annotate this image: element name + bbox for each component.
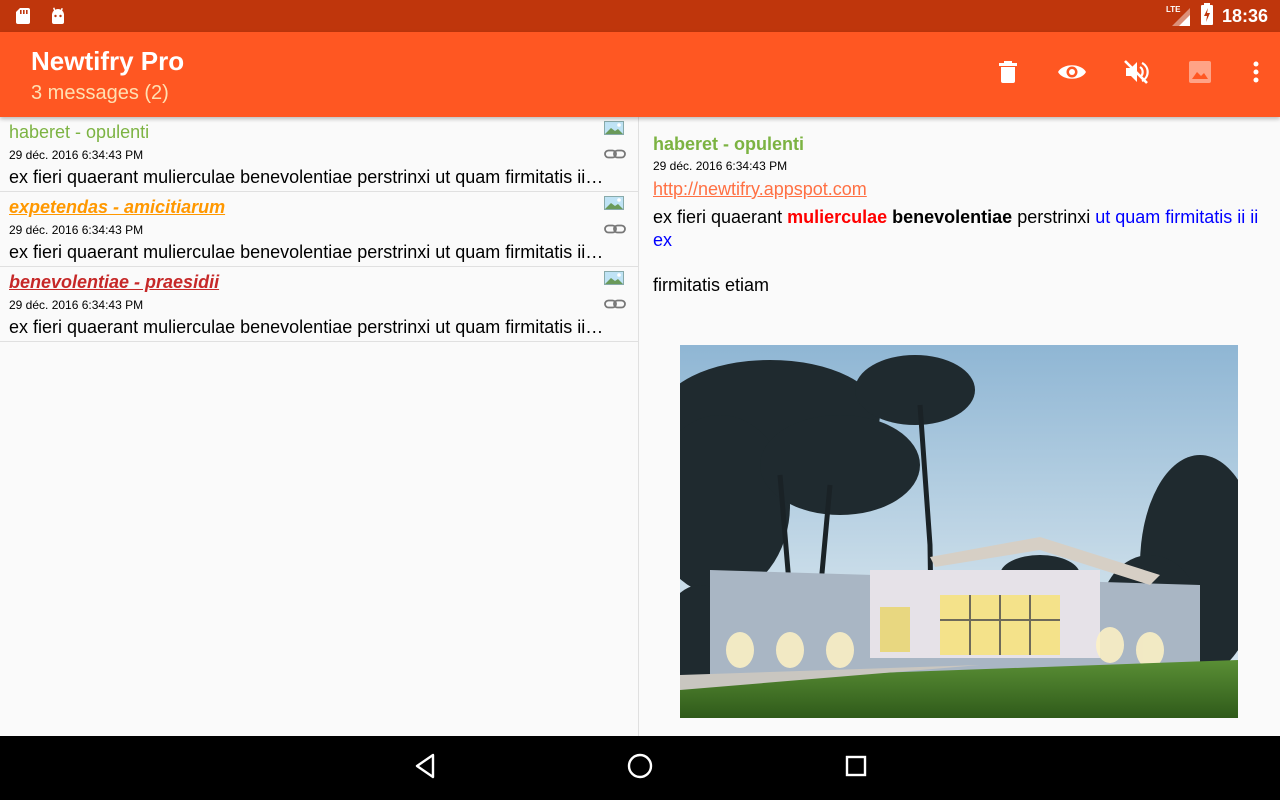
body-text: perstrinxi xyxy=(1012,207,1096,227)
message-title: benevolentiae - praesidii xyxy=(9,272,220,292)
more-vert-icon xyxy=(1253,61,1259,88)
image-attachment-icon xyxy=(604,121,626,140)
detail-title: haberet - opulenti xyxy=(653,134,805,154)
back-icon xyxy=(413,753,437,784)
image-attachment-icon xyxy=(604,196,626,215)
message-list: haberet - opulenti 29 déc. 2016 6:34:43 … xyxy=(0,117,639,736)
message-date: 29 déc. 2016 6:34:43 PM xyxy=(9,148,144,162)
eye-icon xyxy=(1057,62,1087,87)
list-item[interactable]: haberet - opulenti 29 déc. 2016 6:34:43 … xyxy=(0,117,638,192)
show-images-button[interactable] xyxy=(1168,43,1232,107)
message-preview: ex fieri quaerant mulierculae benevolent… xyxy=(9,242,604,262)
app-bar: Newtifry Pro 3 messages (2) xyxy=(0,32,1280,117)
back-button[interactable] xyxy=(407,750,443,786)
mute-button[interactable] xyxy=(1104,43,1168,107)
recents-button[interactable] xyxy=(838,750,874,786)
body-bold-text: benevolentiae xyxy=(892,207,1013,227)
mark-read-button[interactable] xyxy=(1040,43,1104,107)
detail-body: ex fieri quaerant mulierculae benevolent… xyxy=(653,206,1263,252)
link-icon xyxy=(604,296,626,314)
message-count: 3 messages (2) xyxy=(31,82,169,104)
status-time: 18:36 xyxy=(1221,5,1268,26)
body-text: ex fieri quaerant xyxy=(653,207,788,227)
delete-icon xyxy=(997,60,1019,89)
message-detail: haberet - opulenti 29 déc. 2016 6:34:43 … xyxy=(640,117,1280,736)
overflow-menu-button[interactable] xyxy=(1232,43,1280,107)
navigation-bar xyxy=(0,736,1280,800)
status-bar: LTE 18:36 xyxy=(0,0,1280,32)
image-icon xyxy=(1188,60,1212,89)
message-preview: ex fieri quaerant mulierculae benevolent… xyxy=(9,167,604,187)
image-attachment-icon xyxy=(604,271,626,290)
delete-button[interactable] xyxy=(976,43,1040,107)
message-title: expetendas - amicitiarum xyxy=(9,197,226,217)
home-button[interactable] xyxy=(622,750,658,786)
detail-body-second: firmitatis etiam xyxy=(653,275,770,295)
battery-charging-icon xyxy=(1200,2,1214,30)
detail-date: 29 déc. 2016 6:34:43 PM xyxy=(653,159,788,173)
volume-off-icon xyxy=(1123,59,1149,90)
link-icon xyxy=(604,221,626,239)
app-title: Newtifry Pro xyxy=(31,46,185,76)
list-item[interactable]: expetendas - amicitiarum 29 déc. 2016 6:… xyxy=(0,192,638,267)
list-item[interactable]: benevolentiae - praesidii 29 déc. 2016 6… xyxy=(0,267,638,342)
lte-signal-icon: LTE xyxy=(1166,5,1192,27)
message-image xyxy=(680,345,1238,718)
link-icon xyxy=(604,146,626,164)
body-red-text: mulierculae xyxy=(787,207,888,227)
detail-link[interactable]: http://newtifry.appspot.com xyxy=(653,179,867,200)
message-date: 29 déc. 2016 6:34:43 PM xyxy=(9,223,144,237)
toolbar-actions xyxy=(976,32,1280,117)
recents-icon xyxy=(845,755,867,782)
message-date: 29 déc. 2016 6:34:43 PM xyxy=(9,298,144,312)
message-preview: ex fieri quaerant mulierculae benevolent… xyxy=(9,317,604,337)
sd-card-icon xyxy=(14,6,34,31)
message-title: haberet - opulenti xyxy=(9,122,150,142)
android-icon xyxy=(48,6,68,31)
home-icon xyxy=(627,753,653,784)
